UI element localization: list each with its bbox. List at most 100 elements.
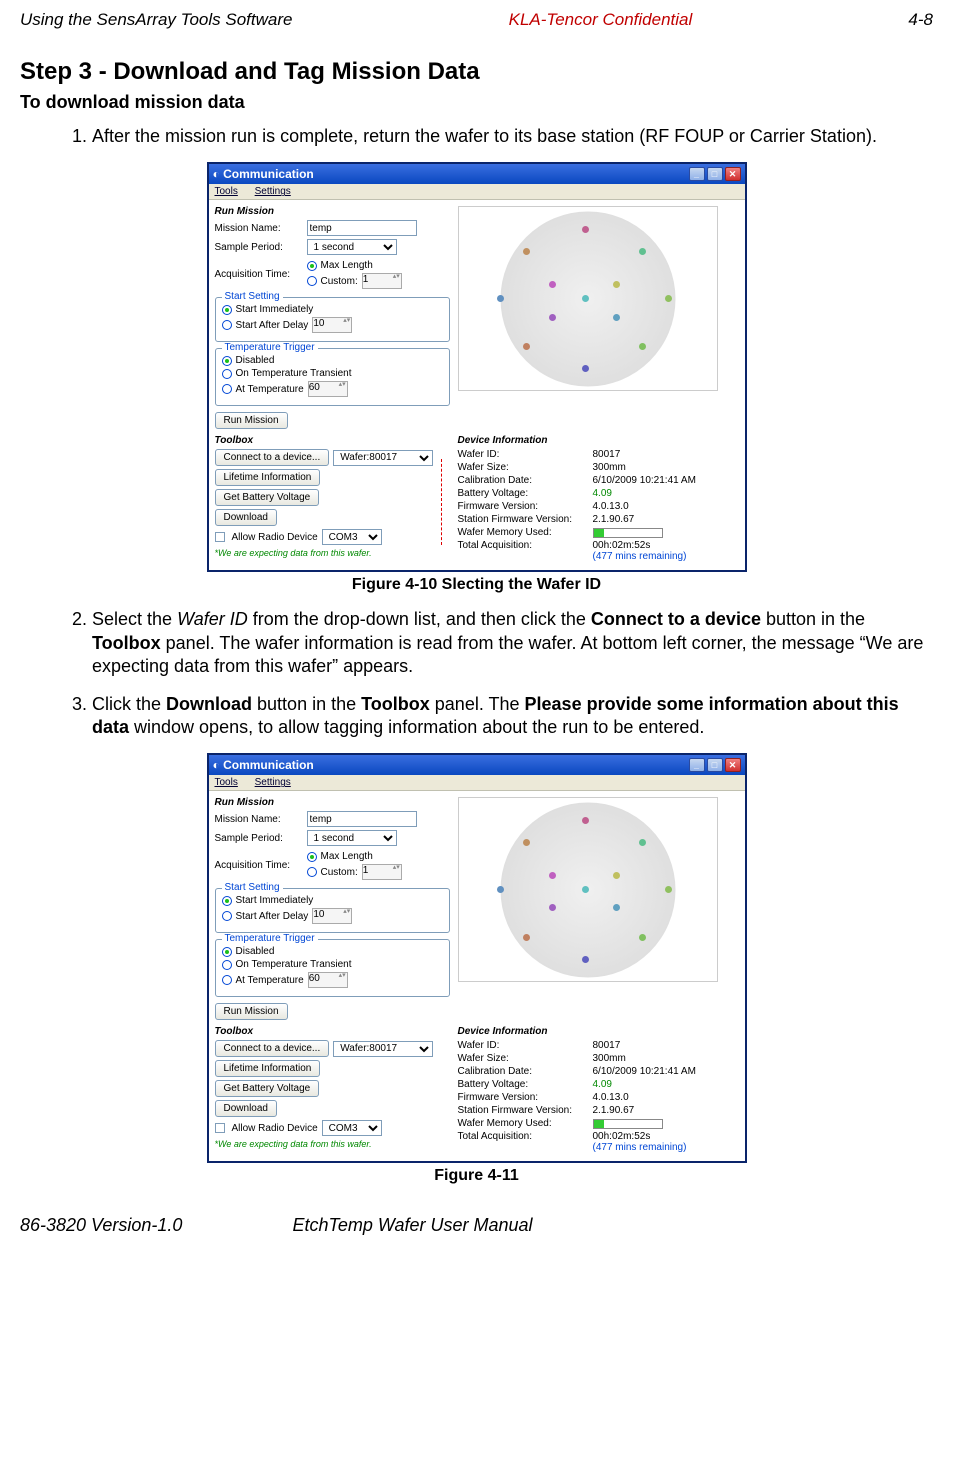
custom-spinner-2[interactable]: 1 [362,864,402,880]
com-select-2[interactable]: COM3 [322,1120,382,1136]
app-icon-2: ◐ [213,758,220,772]
menubar-2: Tools Settings [209,775,745,791]
expecting-msg-2: *We are expecting data from this wafer. [215,1139,450,1149]
wafer-size-label-2: Wafer Size: [458,1053,593,1064]
battery-label-2: Battery Voltage: [458,1079,593,1090]
allow-radio-checkbox-2[interactable] [215,1123,225,1133]
lifetime-button[interactable]: Lifetime Information [215,469,321,486]
wafer-panel-2 [458,797,739,1020]
menu-settings[interactable]: Settings [255,186,291,197]
steps-list: After the mission run is complete, retur… [20,125,933,148]
calib-date-label-2: Calibration Date: [458,1066,593,1077]
radio-temp-disabled[interactable] [222,356,232,366]
battery-button[interactable]: Get Battery Voltage [215,489,320,506]
close-button-2[interactable]: ✕ [725,758,741,772]
radio-start-immediately[interactable] [222,305,232,315]
communication-window: ◐ Communication _ □ ✕ Tools Settings Run… [207,162,747,572]
acq-time-label: Acquisition Time: [215,269,303,280]
start-immediately-label: Start Immediately [236,304,314,315]
sfw-label-2: Station Firmware Version: [458,1105,593,1116]
wafer-select[interactable]: Wafer:80017 [333,450,433,466]
wafer-size-value-2: 300mm [593,1053,626,1064]
acq-value: 00h:02m:52s(477 mins remaining) [593,540,687,562]
radio-custom-2[interactable] [307,867,317,877]
window-body-2: Run Mission Mission Name: Sample Period:… [209,791,745,1161]
run-mission-button[interactable]: Run Mission [215,412,288,429]
run-mission-button-2[interactable]: Run Mission [215,1003,288,1020]
toolbox-panel-2: Toolbox Connect to a device... Wafer:800… [215,1026,450,1155]
minimize-button[interactable]: _ [689,167,705,181]
temp-disabled-label-2: Disabled [236,946,275,957]
temp-at-spinner-2[interactable]: 60 [308,972,348,988]
step-3: Click the Download button in the Toolbox… [92,693,933,740]
lifetime-button-2[interactable]: Lifetime Information [215,1060,321,1077]
window-title: Communication [223,167,314,181]
acq-label: Total Acquisition: [458,540,593,562]
menu-tools[interactable]: Tools [215,186,238,197]
radio-temp-disabled-2[interactable] [222,947,232,957]
mem-label: Wafer Memory Used: [458,527,593,538]
temp-transient-label-2: On Temperature Transient [236,959,352,970]
allow-radio-checkbox[interactable] [215,532,225,542]
steps-list-cont: Select the Wafer ID from the drop-down l… [20,608,933,739]
radio-start-after-delay-2[interactable] [222,911,232,921]
battery-label: Battery Voltage: [458,488,593,499]
radio-max-length-2[interactable] [307,852,317,862]
radio-start-after-delay[interactable] [222,320,232,330]
temp-trigger-legend-2: Temperature Trigger [222,933,318,944]
menubar: Tools Settings [209,184,745,200]
run-mission-header-2: Run Mission [215,797,450,808]
radio-temp-at-2[interactable] [222,975,232,985]
figure-4-10-caption: Figure 4-10 Slecting the Wafer ID [20,576,933,594]
delay-spinner-2[interactable]: 10 [312,908,352,924]
start-setting-legend-2: Start Setting [222,882,283,893]
maximize-button-2[interactable]: □ [707,758,723,772]
menu-settings-2[interactable]: Settings [255,777,291,788]
radio-max-length[interactable] [307,261,317,271]
connect-button[interactable]: Connect to a device... [215,449,330,466]
mission-name-input[interactable] [307,220,417,236]
figure-4-10: ◐ Communication _ □ ✕ Tools Settings Run… [20,162,933,572]
header-page-num: 4-8 [908,10,933,30]
mem-progress [593,528,663,538]
custom-spinner[interactable]: 1 [362,273,402,289]
temp-trigger-fieldset: Temperature Trigger Disabled On Temperat… [215,348,450,406]
start-after-delay-label: Start After Delay [236,320,309,331]
fw-value: 4.0.13.0 [593,501,629,512]
callout-arrow [441,459,442,545]
mission-name-input-2[interactable] [307,811,417,827]
temp-transient-label: On Temperature Transient [236,368,352,379]
sample-period-select-2[interactable]: 1 second [307,830,397,846]
download-button[interactable]: Download [215,509,277,526]
temp-trigger-fieldset-2: Temperature Trigger Disabled On Temperat… [215,939,450,997]
acq-time-label-2: Acquisition Time: [215,860,303,871]
temp-at-label-2: At Temperature [236,975,304,986]
mem-value-2 [593,1118,663,1129]
temp-at-spinner[interactable]: 60 [308,381,348,397]
radio-temp-transient[interactable] [222,369,232,379]
sample-period-label: Sample Period: [215,242,303,253]
radio-start-immediately-2[interactable] [222,896,232,906]
download-button-2[interactable]: Download [215,1100,277,1117]
com-select[interactable]: COM3 [322,529,382,545]
wafer-visualization [458,206,718,391]
minimize-button-2[interactable]: _ [689,758,705,772]
maximize-button[interactable]: □ [707,167,723,181]
close-button[interactable]: ✕ [725,167,741,181]
toolbox-panel: Toolbox Connect to a device... Wafer:800… [215,435,450,564]
sample-period-select[interactable]: 1 second [307,239,397,255]
menu-tools-2[interactable]: Tools [215,777,238,788]
radio-max-length-label: Max Length [321,260,373,271]
start-setting-fieldset: Start Setting Start Immediately Start Af… [215,297,450,342]
radio-temp-at[interactable] [222,384,232,394]
delay-spinner[interactable]: 10 [312,317,352,333]
device-info-header-2: Device Information [458,1026,739,1037]
wafer-select-2[interactable]: Wafer:80017 [333,1041,433,1057]
run-mission-header: Run Mission [215,206,450,217]
sfw-label: Station Firmware Version: [458,514,593,525]
connect-button-2[interactable]: Connect to a device... [215,1040,330,1057]
battery-button-2[interactable]: Get Battery Voltage [215,1080,320,1097]
radio-custom[interactable] [307,276,317,286]
radio-temp-transient-2[interactable] [222,960,232,970]
step-title: Step 3 - Download and Tag Mission Data [20,58,933,86]
